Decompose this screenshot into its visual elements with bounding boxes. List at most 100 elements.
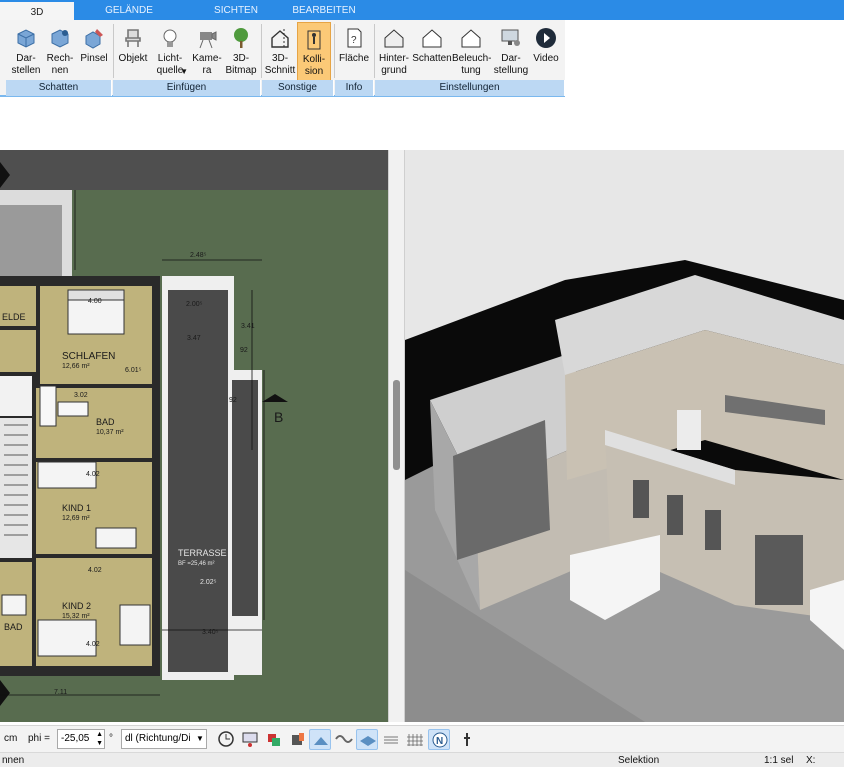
pinsel-button[interactable]: Pinsel [78, 22, 110, 82]
schnitt-button[interactable]: 3D- Schnitt [263, 22, 297, 82]
video-button[interactable]: Video [530, 22, 562, 82]
phi-value: -25,05 [61, 733, 90, 744]
floor-plan-view[interactable]: B SCHLAFEN 12,66 m² BAD 10,37 m² KIND 1 … [0, 150, 388, 722]
kamera-button[interactable]: Kame- ra [190, 22, 224, 82]
flaeche-button[interactable]: ? Fläche [336, 22, 372, 82]
room-area-terrasse: BF =25,46 m² [178, 561, 215, 567]
status-mode: Selektion [618, 755, 660, 766]
rechnen-button[interactable]: Rech- nen [44, 22, 76, 82]
camera-icon [199, 31, 217, 49]
schatten-label: Schatten [412, 53, 452, 64]
darstellen-label: Dar- stellen [11, 53, 41, 76]
plane-icon[interactable] [356, 729, 378, 750]
dim-label: 7.11 [54, 689, 67, 696]
phi-input[interactable]: -25,05 ▲ ▼ [57, 729, 105, 749]
kollision-label: Kolli- sion [302, 54, 326, 77]
video-label: Video [533, 53, 559, 64]
info-marker-icon[interactable] [456, 729, 478, 750]
dim-label: 2.48⁵ [190, 252, 207, 259]
bottom-toolbar: cm phi = -25,05 ▲ ▼ ° dl (Richtung/Di ▼ N [0, 725, 844, 752]
grid-icon[interactable] [404, 729, 426, 750]
3d-view[interactable] [405, 150, 844, 722]
tree-icon [234, 28, 248, 48]
presentation-icon[interactable] [239, 729, 261, 750]
flaeche-label: Fläche [338, 53, 369, 64]
dim-label: 92 [229, 397, 237, 404]
pencil-view-icon[interactable] [309, 729, 331, 750]
dim-label: 6.01⁵ [125, 367, 142, 374]
unit-label: cm [4, 733, 18, 744]
status-coordinate: X: [806, 755, 816, 766]
dim-label: 4.02 [86, 471, 100, 478]
group-einfuegen: Einfügen [113, 80, 261, 96]
dim-label: 3.47 [187, 335, 201, 342]
schatten-button[interactable]: Schatten [412, 22, 452, 82]
dim-label: 4.02 [88, 567, 102, 574]
paint-icon[interactable] [287, 729, 309, 750]
beleuchtung-label: Beleuch- tung [452, 53, 492, 76]
brush-cube-icon [85, 29, 103, 49]
monitor-settings-icon [501, 29, 520, 46]
section-house-icon [271, 29, 289, 48]
room-area-schlafen: 12,66 m² [62, 363, 90, 370]
kollision-button[interactable]: Kolli- sion [297, 22, 331, 82]
lichtquelle-button[interactable]: Licht- quelle ▼ [152, 22, 188, 82]
beleuchtung-button[interactable]: Beleuch- tung [452, 22, 492, 82]
tab-bearbeiten[interactable]: BEARBEITEN [288, 0, 360, 20]
spinner-arrows-icon[interactable]: ▲ ▼ [96, 730, 103, 748]
hintergrund-label: Hinter- grund [378, 53, 409, 76]
section-marker-b: B [274, 409, 283, 425]
direction-select-value: dl (Richtung/Di [125, 733, 191, 744]
room-label-elde: ELDE [2, 312, 26, 322]
calc-cube-icon [51, 29, 69, 48]
direction-select[interactable]: dl (Richtung/Di [121, 729, 207, 749]
wave-icon[interactable] [333, 729, 355, 750]
svg-text:?: ? [351, 35, 357, 46]
dim-label: 2.00⁵ [186, 301, 203, 308]
darstellung-button[interactable]: Dar- stellung [492, 22, 530, 82]
room-area-kind2: 15,32 m² [62, 613, 90, 620]
north-icon[interactable]: N [428, 729, 450, 750]
splitter-grip[interactable] [393, 380, 400, 470]
status-selection: 1:1 sel [764, 755, 794, 766]
svg-text:N: N [436, 736, 443, 747]
status-left-text: nnen [2, 755, 25, 766]
house-light-icon [461, 29, 481, 48]
room-label-kind1: KIND 1 [62, 503, 91, 513]
ribbon-tab-bar: 3D GELÄNDE SICHTEN BEARBEITEN [0, 0, 844, 20]
room-label-bad-2: BAD [4, 622, 23, 632]
darstellen-button[interactable]: Dar- stellen [8, 22, 44, 82]
dim-label: 2.02⁵ [200, 579, 217, 586]
hintergrund-button[interactable]: Hinter- grund [376, 22, 412, 82]
house-background-icon [384, 29, 404, 48]
room-area-bad: 10,37 m² [96, 429, 124, 436]
objekt-label: Objekt [118, 53, 148, 64]
darstellung-label: Dar- stellung [493, 53, 529, 76]
room-label-schlafen: SCHLAFEN [62, 351, 115, 362]
tab-sichten[interactable]: SICHTEN [196, 0, 276, 20]
layers-icon[interactable] [263, 729, 285, 750]
bitmap-button[interactable]: 3D- Bitmap [224, 22, 258, 82]
dim-label: 3.02 [74, 392, 88, 399]
chevron-down-icon[interactable]: ▼ [196, 734, 204, 743]
tab-3d[interactable]: 3D [0, 0, 74, 20]
chair-icon [125, 29, 141, 47]
schnitt-label: 3D- Schnitt [264, 53, 296, 76]
objekt-button[interactable]: Objekt [116, 22, 150, 82]
room-label-kind2: KIND 2 [62, 601, 91, 611]
house-shadow-icon [422, 29, 442, 48]
dim-label: 3.41 [241, 323, 255, 330]
clock-icon[interactable] [215, 729, 237, 750]
room-label-terrasse: TERRASSE [178, 548, 227, 558]
tab-gelaende[interactable]: GELÄNDE [88, 0, 170, 20]
group-einstellungen: Einstellungen [375, 80, 565, 96]
kamera-label: Kame- ra [192, 53, 222, 76]
3d-house-render [405, 260, 844, 722]
area-info-icon: ? [347, 28, 362, 48]
chevron-down-icon: ▼ [180, 67, 188, 76]
view-splitter[interactable] [388, 150, 405, 722]
stack-icon[interactable] [380, 729, 402, 750]
dim-label: 4.00 [88, 298, 102, 305]
play-icon [536, 28, 556, 48]
person-collision-icon [307, 30, 321, 50]
